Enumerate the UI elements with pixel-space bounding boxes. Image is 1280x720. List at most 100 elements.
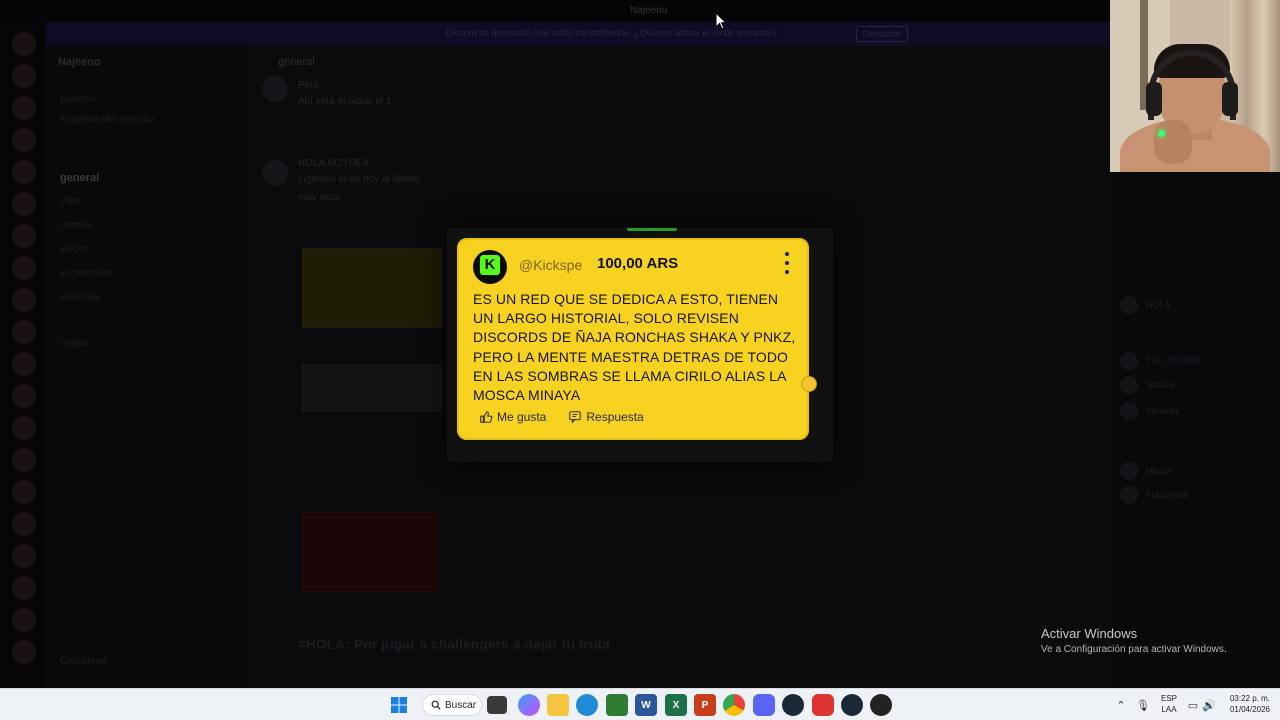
title-bar: Najeeno	[0, 0, 1280, 22]
message-image[interactable]	[302, 512, 438, 592]
like-button[interactable]: Me gusta	[479, 410, 546, 424]
member-name[interactable]: Miranda	[1146, 406, 1179, 416]
message-image[interactable]	[302, 248, 442, 328]
comment-username[interactable]: @Kickspe	[519, 257, 582, 273]
network-icon[interactable]: ▭	[1186, 698, 1200, 712]
chevron-up-icon[interactable]: ⌃	[1114, 698, 1128, 712]
server-icon[interactable]	[12, 544, 36, 568]
message-text: #HOLA: Por jugar a challengers a dejar t…	[298, 636, 610, 652]
window-title: Najeeno	[630, 5, 668, 16]
avatar[interactable]	[262, 160, 288, 186]
server-icon[interactable]	[12, 256, 36, 280]
message-image[interactable]	[302, 364, 442, 412]
steam-icon[interactable]	[782, 694, 804, 716]
volume-icon[interactable]: 🔊	[1202, 698, 1216, 712]
avatar[interactable]	[1120, 376, 1138, 394]
member-name[interactable]: Natalia	[1146, 380, 1174, 390]
reply-label: Respuesta	[586, 410, 644, 424]
server-icon[interactable]	[12, 192, 36, 216]
brave-icon[interactable]	[812, 694, 834, 716]
lang-line1: ESP	[1160, 694, 1177, 703]
member-name[interactable]: Nicola	[1146, 466, 1171, 476]
more-options-icon[interactable]	[783, 252, 791, 274]
sidebar-item-channel[interactable]: juegos	[60, 244, 89, 255]
sidebar-item-events[interactable]: Eventos	[60, 94, 96, 105]
file-explorer-icon[interactable]	[547, 694, 569, 716]
avatar[interactable]	[1120, 402, 1138, 420]
excel-icon[interactable]: X	[665, 694, 687, 716]
minecraft-icon[interactable]	[606, 694, 628, 716]
taskbar-search[interactable]: Buscar	[422, 694, 482, 716]
sidebar-item-boosts[interactable]: Impulsos del servidor	[60, 114, 154, 125]
message-text: muy poco	[298, 192, 342, 203]
sidebar-item-channel[interactable]: sugerencias	[60, 268, 114, 279]
avatar[interactable]	[1120, 486, 1138, 504]
headset-icon	[1222, 82, 1238, 116]
donation-amount: 100,00 ARS	[597, 255, 679, 272]
banner-text: Discord ha detectado que estás transmiti…	[446, 28, 778, 38]
server-icon[interactable]	[12, 160, 36, 184]
server-icon[interactable]	[12, 224, 36, 248]
sidebar-item-channel[interactable]: reglas	[60, 338, 87, 349]
task-view-icon[interactable]	[487, 696, 507, 714]
server-icon[interactable]	[12, 320, 36, 344]
message-author[interactable]: HOLA SOYDEX	[298, 158, 369, 169]
reply-button[interactable]: Respuesta	[568, 410, 644, 424]
headset-icon	[1146, 82, 1162, 116]
emoji-icon	[801, 376, 817, 392]
popup-accent	[627, 228, 677, 231]
microphone-icon[interactable]: 🎙	[1136, 698, 1150, 712]
mouse-cursor-icon	[715, 12, 727, 30]
word-icon[interactable]: W	[635, 694, 657, 716]
steam-icon[interactable]	[841, 694, 863, 716]
sidebar-item-general[interactable]: general	[60, 172, 99, 184]
webcam-person	[1154, 120, 1192, 164]
lang-line2: LAA	[1161, 705, 1177, 714]
powerpoint-icon[interactable]: P	[694, 694, 716, 716]
server-icon[interactable]	[12, 64, 36, 88]
sidebar-item-channel[interactable]: memes	[60, 220, 93, 231]
server-icon[interactable]	[12, 352, 36, 376]
server-icon[interactable]	[12, 128, 36, 152]
member-name[interactable]: TUG TOWER	[1146, 356, 1201, 366]
server-icon[interactable]	[12, 608, 36, 632]
thumbs-up-icon	[480, 411, 493, 423]
kick-comment-card: K @Kickspe 100,00 ARS ES UN RED QUE SE D…	[457, 238, 809, 440]
obs-icon[interactable]	[870, 694, 892, 716]
activate-windows-watermark: Activar Windows Ve a Configuración para …	[1041, 626, 1227, 655]
avatar[interactable]	[262, 76, 288, 102]
server-icon[interactable]	[12, 448, 36, 472]
avatar[interactable]	[1120, 462, 1138, 480]
server-icon[interactable]	[12, 384, 36, 408]
stream-comment-popup: K @Kickspe 100,00 ARS ES UN RED QUE SE D…	[447, 228, 833, 462]
server-icon[interactable]	[12, 576, 36, 600]
member-name[interactable]: HOLA	[1146, 300, 1171, 310]
avatar[interactable]	[1120, 352, 1138, 370]
user-name[interactable]: CieloNeon	[60, 656, 107, 667]
sidebar-item-channel[interactable]: clips	[60, 196, 80, 207]
server-icon[interactable]	[12, 480, 36, 504]
language-indicator[interactable]: ESP LAA	[1158, 693, 1180, 715]
avatar[interactable]	[1120, 296, 1138, 314]
server-name[interactable]: Najeeno	[58, 56, 101, 68]
sidebar-item-channel[interactable]: anuncios	[60, 292, 100, 303]
server-icon[interactable]	[12, 416, 36, 440]
copilot-icon[interactable]	[518, 694, 540, 716]
server-icon[interactable]	[12, 640, 36, 664]
server-icon[interactable]	[12, 512, 36, 536]
led-icon	[1158, 130, 1165, 137]
server-icon[interactable]	[12, 32, 36, 56]
start-button[interactable]	[388, 694, 410, 716]
channel-sidebar: Najeeno Eventos Impulsos del servidor ge…	[46, 46, 248, 688]
edge-icon[interactable]	[576, 694, 598, 716]
clock-time: 03:22 p. m.	[1229, 694, 1270, 703]
like-label: Me gusta	[497, 410, 547, 424]
chrome-icon[interactable]	[723, 694, 745, 716]
discord-icon[interactable]	[753, 694, 775, 716]
clock[interactable]: 03:22 p. m. 01/04/2026	[1222, 693, 1270, 715]
member-name[interactable]: Francesca	[1146, 490, 1188, 500]
kick-logo-icon: K	[473, 250, 507, 284]
banner-dismiss-button[interactable]: Descartar	[856, 26, 908, 42]
server-icon[interactable]	[12, 96, 36, 120]
server-icon[interactable]	[12, 288, 36, 312]
